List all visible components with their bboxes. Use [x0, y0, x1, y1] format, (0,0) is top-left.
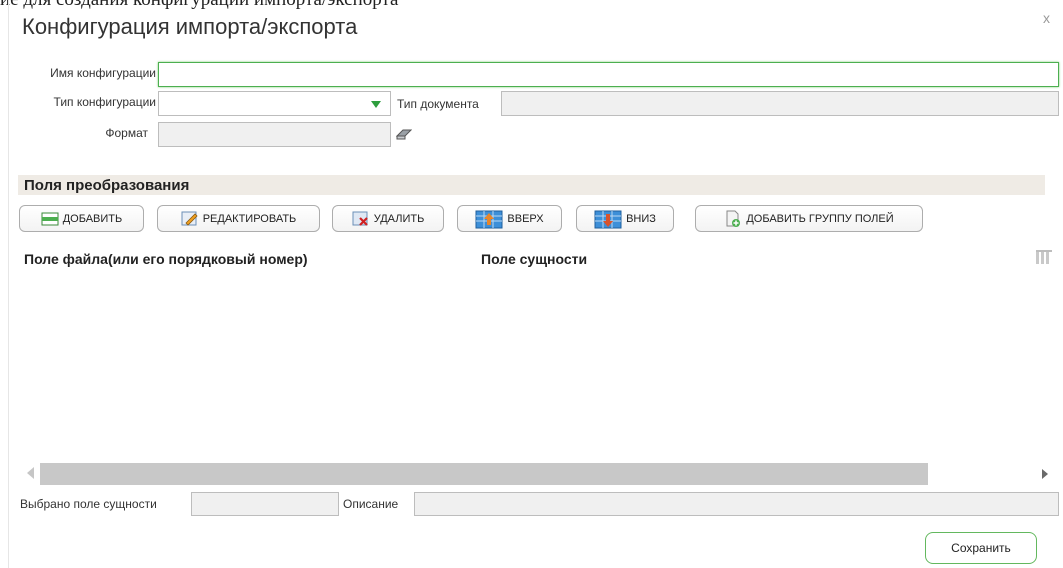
move-down-icon — [594, 210, 622, 228]
scroll-right-arrow[interactable] — [1042, 469, 1048, 479]
dropdown-arrow-icon[interactable] — [371, 101, 381, 108]
config-type-label: Тип конфигурации — [53, 95, 156, 109]
doc-type-field — [501, 91, 1059, 116]
edit-button-label: РЕДАКТИРОВАТЬ — [202, 212, 297, 225]
delete-icon — [352, 211, 368, 226]
column-header-entity-field[interactable]: Поле сущности — [481, 251, 587, 267]
column-header-file-field[interactable]: Поле файла(или его порядковый номер) — [24, 251, 308, 267]
save-button[interactable]: Сохранить — [925, 532, 1037, 564]
edit-icon — [181, 211, 198, 226]
move-up-icon — [475, 210, 503, 228]
dialog-left-edge — [8, 0, 9, 568]
table-body — [18, 270, 1058, 460]
section-title: Поля преобразования — [24, 177, 190, 194]
move-down-button[interactable]: ВНИЗ — [576, 205, 674, 232]
description-field — [414, 492, 1059, 516]
add-group-icon — [726, 210, 741, 227]
add-button-label: ДОБАВИТЬ — [62, 212, 123, 225]
config-name-label: Имя конфигурации — [50, 66, 156, 80]
format-label: Формат — [105, 126, 148, 140]
background-page-caption: ие для создания конфигурации импорта/экс… — [0, 0, 399, 11]
eraser-icon[interactable] — [396, 128, 412, 140]
config-type-select[interactable] — [158, 91, 391, 116]
horizontal-scrollbar-thumb[interactable] — [40, 463, 928, 485]
move-up-button-label: ВВЕРХ — [507, 212, 544, 225]
columns-icon[interactable] — [1036, 250, 1052, 264]
dialog-title: Конфигурация импорта/экспорта — [22, 14, 358, 39]
selected-field-label: Выбрано поле сущности — [20, 497, 157, 511]
add-button[interactable]: ДОБАВИТЬ — [19, 205, 144, 232]
selected-field-box — [191, 492, 339, 516]
move-up-button[interactable]: ВВЕРХ — [457, 205, 562, 232]
move-down-button-label: ВНИЗ — [626, 212, 656, 225]
add-group-button-label: ДОБАВИТЬ ГРУППУ ПОЛЕЙ — [746, 212, 894, 225]
delete-button-label: УДАЛИТЬ — [373, 212, 425, 225]
scroll-left-arrow[interactable] — [27, 467, 34, 479]
add-icon — [41, 212, 59, 225]
config-name-input[interactable] — [158, 62, 1059, 87]
edit-button[interactable]: РЕДАКТИРОВАТЬ — [157, 205, 320, 232]
format-field — [158, 122, 391, 147]
delete-button[interactable]: УДАЛИТЬ — [332, 205, 444, 232]
close-icon[interactable]: x — [1043, 10, 1050, 26]
description-label: Описание — [343, 497, 399, 511]
add-group-button[interactable]: ДОБАВИТЬ ГРУППУ ПОЛЕЙ — [695, 205, 923, 232]
doc-type-label: Тип документа — [397, 97, 479, 111]
